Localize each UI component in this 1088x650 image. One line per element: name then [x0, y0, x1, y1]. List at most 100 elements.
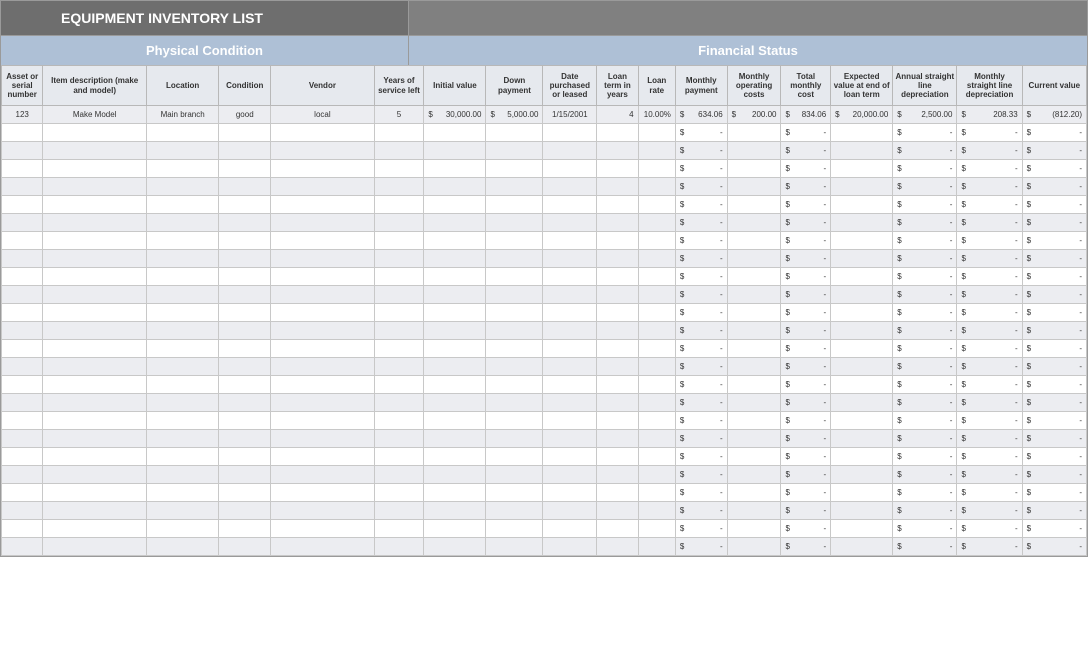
cell[interactable] [424, 448, 486, 466]
cell[interactable] [543, 124, 597, 142]
hdr-desc[interactable]: Item description (make and model) [43, 66, 147, 106]
cell[interactable] [43, 286, 147, 304]
cell[interactable] [146, 502, 218, 520]
cell[interactable] [2, 448, 43, 466]
cell[interactable] [2, 340, 43, 358]
cell[interactable]: $- [675, 502, 727, 520]
table-row[interactable]: $-$-$-$-$- [2, 394, 1087, 412]
cell[interactable]: $- [893, 196, 957, 214]
cell[interactable] [486, 502, 543, 520]
cell[interactable] [597, 160, 638, 178]
cell[interactable]: $- [893, 484, 957, 502]
cell[interactable] [831, 466, 893, 484]
cell[interactable] [597, 430, 638, 448]
cell[interactable] [727, 304, 781, 322]
cell[interactable] [2, 430, 43, 448]
cell[interactable] [271, 466, 375, 484]
cell[interactable]: $- [957, 124, 1022, 142]
cell[interactable] [486, 322, 543, 340]
cell[interactable]: $- [1022, 196, 1086, 214]
cell[interactable]: $- [1022, 178, 1086, 196]
cell[interactable] [597, 214, 638, 232]
cell[interactable] [424, 178, 486, 196]
cell[interactable] [597, 448, 638, 466]
cell[interactable] [374, 322, 424, 340]
cell[interactable]: $- [893, 268, 957, 286]
cell[interactable] [424, 394, 486, 412]
cell[interactable] [271, 304, 375, 322]
cell[interactable] [146, 214, 218, 232]
cell[interactable] [597, 538, 638, 556]
cell[interactable]: $- [675, 538, 727, 556]
cell[interactable]: $- [781, 124, 831, 142]
cell[interactable] [374, 250, 424, 268]
cell[interactable] [2, 124, 43, 142]
cell[interactable] [543, 466, 597, 484]
cell[interactable] [486, 178, 543, 196]
cell[interactable] [543, 502, 597, 520]
cell[interactable]: $- [675, 178, 727, 196]
cell[interactable]: $- [957, 160, 1022, 178]
cell[interactable] [831, 412, 893, 430]
cell[interactable] [219, 178, 271, 196]
cell[interactable] [424, 124, 486, 142]
cell[interactable] [486, 430, 543, 448]
hdr-moc[interactable]: Monthly operating costs [727, 66, 781, 106]
cell[interactable]: $- [675, 214, 727, 232]
cell[interactable] [2, 412, 43, 430]
cell[interactable] [146, 484, 218, 502]
cell[interactable] [543, 142, 597, 160]
cell[interactable]: $- [781, 466, 831, 484]
cell[interactable] [2, 178, 43, 196]
cell[interactable]: $- [781, 376, 831, 394]
cell[interactable] [486, 286, 543, 304]
cell[interactable] [271, 214, 375, 232]
cell[interactable] [638, 250, 675, 268]
cell[interactable] [424, 466, 486, 484]
cell-ann[interactable]: $2,500.00 [893, 106, 957, 124]
cell[interactable]: $- [781, 142, 831, 160]
cell-down[interactable]: $5,000.00 [486, 106, 543, 124]
cell[interactable] [831, 196, 893, 214]
cell[interactable]: $- [675, 484, 727, 502]
cell[interactable] [146, 430, 218, 448]
cell[interactable] [424, 214, 486, 232]
cell[interactable] [146, 340, 218, 358]
cell[interactable] [374, 502, 424, 520]
cell[interactable]: $- [1022, 142, 1086, 160]
cell[interactable]: $- [781, 286, 831, 304]
table-row[interactable]: $-$-$-$-$- [2, 448, 1087, 466]
cell[interactable]: $- [781, 250, 831, 268]
cell[interactable] [597, 340, 638, 358]
cell[interactable] [271, 448, 375, 466]
cell[interactable] [146, 520, 218, 538]
cell[interactable] [271, 412, 375, 430]
cell[interactable] [543, 232, 597, 250]
cell[interactable] [424, 484, 486, 502]
cell-loc[interactable]: Main branch [146, 106, 218, 124]
cell[interactable] [146, 124, 218, 142]
cell[interactable] [43, 466, 147, 484]
cell[interactable] [424, 268, 486, 286]
cell[interactable]: $- [957, 196, 1022, 214]
cell[interactable] [727, 142, 781, 160]
cell[interactable] [831, 142, 893, 160]
cell[interactable] [727, 376, 781, 394]
cell[interactable]: $- [675, 466, 727, 484]
cell[interactable] [271, 484, 375, 502]
hdr-cur[interactable]: Current value [1022, 66, 1086, 106]
cell[interactable] [727, 502, 781, 520]
cell[interactable] [486, 466, 543, 484]
cell[interactable] [727, 358, 781, 376]
cell[interactable]: $- [1022, 358, 1086, 376]
cell[interactable]: $- [1022, 160, 1086, 178]
cell[interactable] [638, 538, 675, 556]
cell[interactable] [831, 250, 893, 268]
table-row[interactable]: $-$-$-$-$- [2, 358, 1087, 376]
cell[interactable]: $- [781, 160, 831, 178]
cell-asset[interactable]: 123 [2, 106, 43, 124]
cell[interactable] [597, 304, 638, 322]
cell[interactable] [271, 358, 375, 376]
cell[interactable] [424, 430, 486, 448]
cell[interactable]: $- [675, 232, 727, 250]
